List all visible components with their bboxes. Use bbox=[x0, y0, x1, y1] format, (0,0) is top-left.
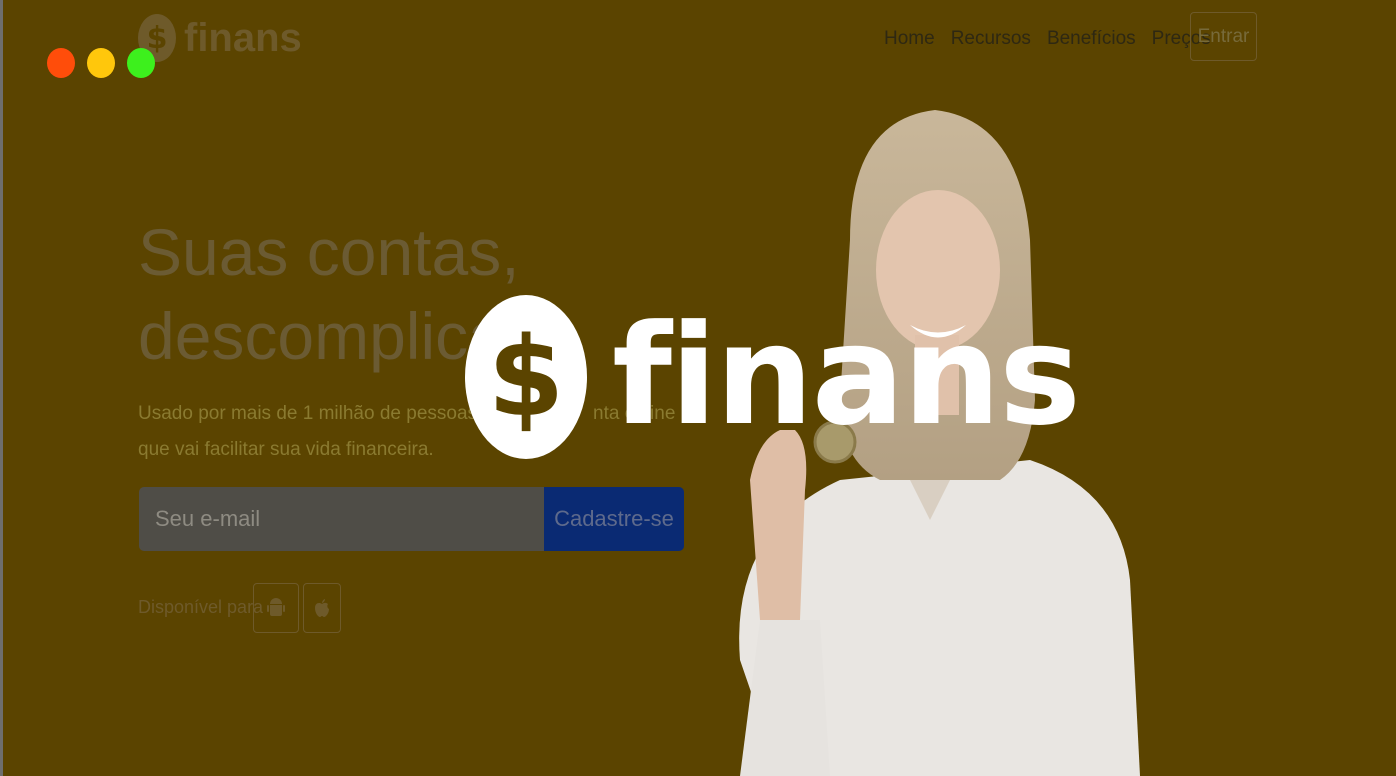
window-close-button[interactable] bbox=[47, 48, 75, 78]
nav-beneficios[interactable]: Benefícios bbox=[1047, 28, 1136, 50]
splash-brand-name: finans bbox=[612, 295, 1081, 456]
subtitle-line-2: que vai facilitar sua vida financeira. bbox=[138, 439, 434, 460]
available-label: Disponível para bbox=[138, 597, 264, 617]
apple-store-button[interactable] bbox=[303, 583, 341, 633]
splash-dollar-coin-icon: $ bbox=[465, 295, 587, 459]
landing-page: $ finans Home Recursos Benefícios Preços… bbox=[0, 0, 1396, 776]
email-input[interactable] bbox=[139, 487, 544, 551]
subtitle-line-1: Usado por mais de 1 milhão de pessoas, o… bbox=[138, 396, 678, 432]
nav-home[interactable]: Home bbox=[884, 28, 935, 50]
android-icon bbox=[267, 598, 285, 616]
login-button[interactable]: Entrar bbox=[1190, 12, 1257, 61]
apple-icon bbox=[315, 598, 329, 617]
signup-button[interactable]: Cadastre-se bbox=[544, 487, 684, 551]
window-minimize-button[interactable] bbox=[87, 48, 115, 78]
hero-subtitle: Usado por mais de 1 milhão de pessoas, o… bbox=[138, 396, 678, 468]
main-nav: Home Recursos Benefícios Preços bbox=[884, 28, 1227, 50]
brand-name: finans bbox=[184, 15, 302, 60]
header-logo[interactable]: $ finans bbox=[138, 14, 302, 62]
window-maximize-button[interactable] bbox=[127, 48, 155, 78]
window-frame bbox=[0, 0, 3, 776]
android-store-button[interactable] bbox=[253, 583, 299, 633]
nav-recursos[interactable]: Recursos bbox=[951, 28, 1031, 50]
splash-coin-symbol: $ bbox=[488, 313, 565, 441]
headline-line-1: Suas contas, bbox=[138, 215, 520, 289]
